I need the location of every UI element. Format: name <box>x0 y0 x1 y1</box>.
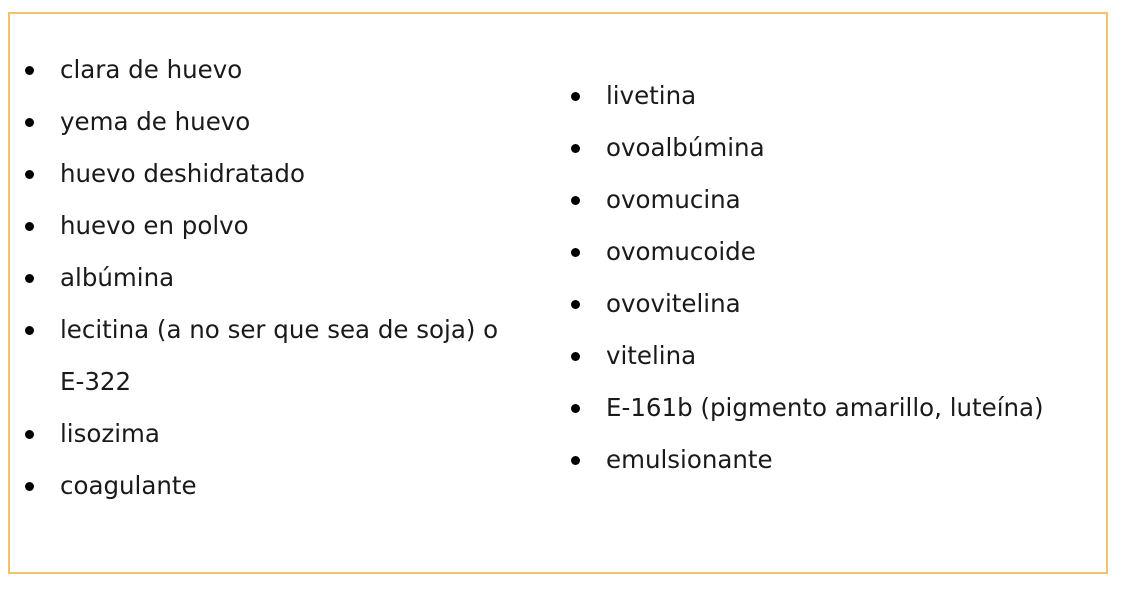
list-item-label: emulsionante <box>606 445 773 474</box>
bullet-icon <box>25 66 34 75</box>
bullet-icon <box>25 222 34 231</box>
list-item-label: albúmina <box>60 263 175 292</box>
bullet-icon <box>25 274 34 283</box>
bullet-icon <box>571 144 580 153</box>
list-item: yema de huevo <box>10 96 550 148</box>
left-ingredient-list: clara de huevo yema de huevo huevo deshi… <box>10 44 550 512</box>
list-item: clara de huevo <box>10 44 550 96</box>
list-item-label: ovovitelina <box>606 289 741 318</box>
list-item-label: coagulante <box>60 471 197 500</box>
bullet-icon <box>25 118 34 127</box>
list-item-label: livetina <box>606 81 697 110</box>
list-item: huevo en polvo <box>10 200 550 252</box>
bullet-icon <box>571 248 580 257</box>
list-item-label: huevo en polvo <box>60 211 249 240</box>
list-item-label: vitelina <box>606 341 697 370</box>
list-item: albúmina <box>10 252 550 304</box>
list-item-label: huevo deshidratado <box>60 159 305 188</box>
bullet-icon <box>571 352 580 361</box>
right-ingredient-list: livetina ovoalbúmina ovomucina ovomucoid… <box>556 70 1096 486</box>
list-item: ovomucoide <box>556 226 1096 278</box>
bullet-icon <box>25 326 34 335</box>
list-item: lisozima <box>10 408 550 460</box>
list-item: ovomucina <box>556 174 1096 226</box>
list-item-label: ovoalbúmina <box>606 133 765 162</box>
list-item-label: lisozima <box>60 419 160 448</box>
bullet-icon <box>25 430 34 439</box>
list-item: E-161b (pigmento amarillo, luteína) <box>556 382 1096 434</box>
bullet-icon <box>25 482 34 491</box>
list-item-label: clara de huevo <box>60 55 243 84</box>
ingredients-box: clara de huevo yema de huevo huevo deshi… <box>8 12 1108 574</box>
list-item: vitelina <box>556 330 1096 382</box>
list-item: coagulante <box>10 460 550 512</box>
list-item-label: E-161b (pigmento amarillo, luteína) <box>606 393 1044 422</box>
bullet-icon <box>25 170 34 179</box>
bullet-icon <box>571 92 580 101</box>
bullet-icon <box>571 404 580 413</box>
list-item: livetina <box>556 70 1096 122</box>
list-item-label: yema de huevo <box>60 107 251 136</box>
list-item: ovovitelina <box>556 278 1096 330</box>
bullet-icon <box>571 196 580 205</box>
bullet-icon <box>571 456 580 465</box>
list-item: lecitina (a no ser que sea de soja) o E-… <box>10 304 530 408</box>
list-item: huevo deshidratado <box>10 148 550 200</box>
list-item: ovoalbúmina <box>556 122 1096 174</box>
list-item-label: ovomucina <box>606 185 741 214</box>
list-item-label: lecitina (a no ser que sea de soja) o E-… <box>60 315 499 396</box>
list-item: emulsionante <box>556 434 1096 486</box>
list-item-label: ovomucoide <box>606 237 756 266</box>
bullet-icon <box>571 300 580 309</box>
